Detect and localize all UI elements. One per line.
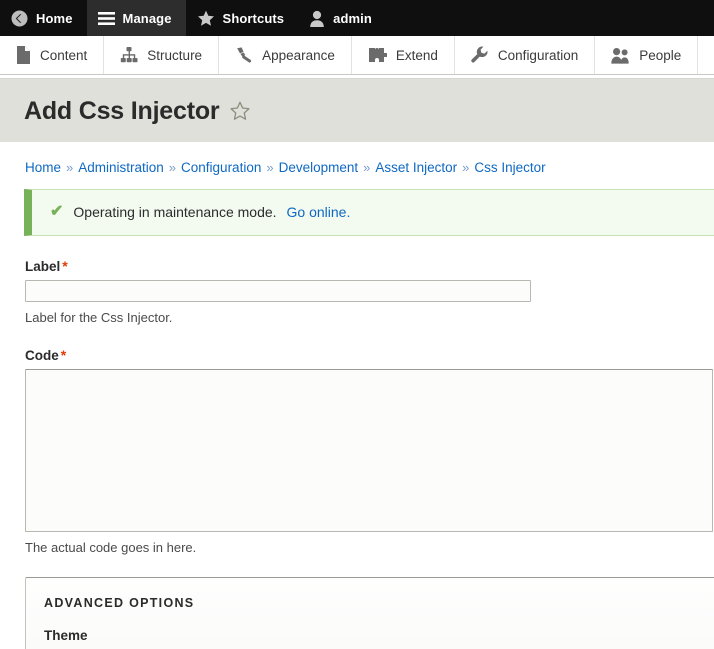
- toolbar-tab-manage[interactable]: Manage: [86, 0, 186, 36]
- breadcrumb-item-asset-injector[interactable]: Asset Injector: [375, 160, 457, 175]
- menu-item-extend[interactable]: Extend: [352, 36, 455, 74]
- toolbar-tab-shortcuts-label: Shortcuts: [222, 10, 285, 26]
- form-item-label: Label * Label for the Css Injector.: [25, 258, 714, 325]
- label-field-description: Label for the Css Injector.: [25, 310, 173, 325]
- hierarchy-icon: [120, 47, 138, 63]
- hamburger-icon: [97, 11, 115, 26]
- breadcrumb-item-home[interactable]: Home: [25, 160, 61, 175]
- status-message: ✔ Operating in maintenance mode. Go onli…: [24, 189, 714, 236]
- people-icon: [611, 47, 630, 64]
- code-textarea[interactable]: [25, 369, 713, 532]
- code-field-description: The actual code goes in here.: [25, 540, 197, 555]
- advanced-options-summary[interactable]: ADVANCED OPTIONS: [44, 596, 705, 610]
- code-field-label-text: Code: [25, 348, 59, 363]
- menu-item-configuration-label: Configuration: [497, 47, 579, 63]
- menu-item-appearance[interactable]: Appearance: [219, 36, 352, 74]
- breadcrumb-separator: »: [462, 160, 470, 175]
- breadcrumb-item-development[interactable]: Development: [279, 160, 359, 175]
- home-back-icon: [11, 10, 28, 27]
- toolbar-tab-manage-label: Manage: [122, 10, 172, 26]
- messages-region: ✔ Operating in maintenance mode. Go onli…: [0, 189, 714, 236]
- form-item-code: Code * The actual code goes in here.: [25, 347, 714, 555]
- menu-item-content-label: Content: [40, 47, 88, 63]
- advanced-options-panel: ADVANCED OPTIONS Theme Bartik Classy: [25, 577, 714, 649]
- menu-item-structure[interactable]: Structure: [104, 36, 220, 74]
- menu-item-structure-label: Structure: [147, 47, 203, 63]
- toolbar-tab-shortcuts[interactable]: Shortcuts: [186, 0, 299, 36]
- menu-item-people[interactable]: People: [595, 36, 699, 74]
- paintbrush-icon: [235, 46, 253, 64]
- main-content: Home » Administration » Configuration » Develo…: [0, 142, 714, 649]
- toolbar-tab-home-label: Home: [36, 10, 73, 26]
- page-title-band: Add Css Injector: [0, 79, 714, 142]
- admin-menu-bar: Content Structure Appearance Extend Conf…: [0, 36, 714, 75]
- puzzle-piece-icon: [368, 47, 387, 64]
- breadcrumb: Home » Administration » Configuration » Develo…: [0, 142, 714, 189]
- label-field-label: Label *: [25, 258, 714, 274]
- required-marker: *: [62, 258, 68, 274]
- menu-item-content[interactable]: Content: [0, 36, 105, 74]
- breadcrumb-separator: »: [266, 160, 274, 175]
- breadcrumb-separator: »: [363, 160, 371, 175]
- toolbar-tab-user[interactable]: admin: [298, 0, 386, 36]
- star-outline-icon[interactable]: [229, 101, 251, 122]
- menu-item-reports[interactable]: Reports: [698, 36, 714, 74]
- toolbar-tab-user-label: admin: [333, 10, 372, 26]
- required-marker: *: [60, 347, 67, 363]
- css-injector-form: Label * Label for the Css Injector. Code *…: [0, 236, 714, 649]
- menu-item-appearance-label: Appearance: [262, 47, 335, 63]
- breadcrumb-separator: »: [66, 160, 74, 175]
- menu-item-configuration[interactable]: Configuration: [455, 36, 596, 74]
- star-icon: [197, 10, 215, 27]
- status-message-text: Operating in maintenance mode.: [73, 204, 277, 220]
- label-field-label-text: Label: [25, 259, 61, 274]
- user-icon: [309, 10, 325, 27]
- code-field-label: Code *: [25, 347, 714, 363]
- theme-field-label: Theme: [44, 628, 88, 643]
- breadcrumb-item-configuration[interactable]: Configuration: [181, 160, 261, 175]
- wrench-icon: [471, 46, 489, 64]
- breadcrumb-separator: »: [168, 160, 177, 175]
- label-input[interactable]: [25, 280, 531, 302]
- checkmark-icon: ✔: [50, 203, 64, 220]
- admin-toolbar: Home Manage Shortcuts admin: [0, 0, 714, 36]
- breadcrumb-item-administration[interactable]: Administration: [78, 160, 164, 175]
- menu-item-people-label: People: [639, 47, 682, 63]
- toolbar-tab-home[interactable]: Home: [0, 0, 87, 36]
- file-icon: [16, 46, 31, 64]
- form-item-theme: Theme Bartik Classy: [44, 628, 705, 649]
- menu-item-extend-label: Extend: [395, 47, 438, 63]
- page-title: Add Css Injector: [24, 97, 220, 125]
- go-online-link[interactable]: Go online.: [287, 204, 351, 220]
- breadcrumb-item-css-injector[interactable]: Css Injector: [474, 160, 545, 175]
